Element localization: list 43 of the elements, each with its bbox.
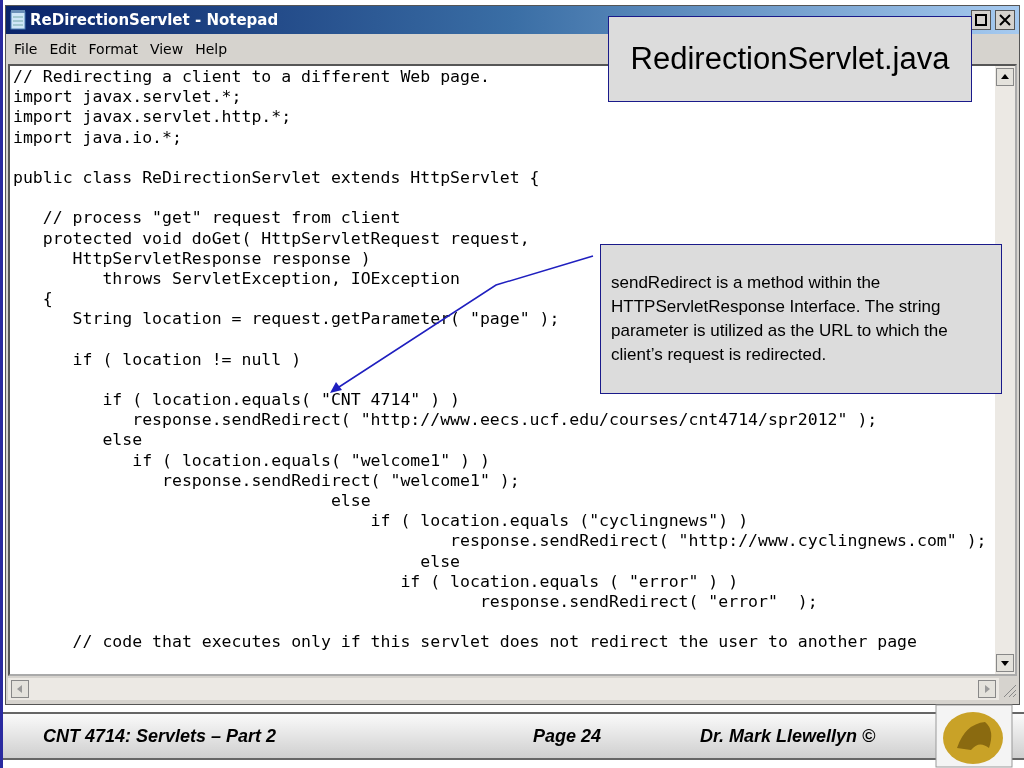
code-line: protected void doGet( HttpServletRequest request,: [41, 228, 530, 249]
code-line: else: [419, 551, 461, 572]
code-line: import javax.servlet.*;: [13, 87, 242, 108]
code-line: // process "get" request from client: [41, 208, 401, 229]
menu-item[interactable]: View: [149, 41, 184, 57]
scroll-down-icon[interactable]: [996, 654, 1014, 672]
horizontal-scrollbar[interactable]: [8, 678, 999, 700]
code-line: // Redirecting a client to a different Web page.: [13, 67, 490, 88]
menu-item[interactable]: Format: [88, 41, 138, 57]
code-line: import java.io.*;: [13, 127, 182, 148]
scroll-right-icon[interactable]: [978, 680, 996, 698]
code-line: public class ReDirectionServlet extends HttpServlet {: [13, 167, 540, 189]
menu-item[interactable]: Help: [195, 41, 228, 57]
code-line: throws ServletException, IOException: [101, 268, 461, 290]
slide-title-box: RedirectionServlet.java: [608, 16, 972, 102]
course-label: CNT 4714: Servlets – Part 2: [43, 725, 278, 747]
code-line: import javax.servlet.http.*;: [13, 107, 292, 128]
notepad-icon: [10, 10, 26, 30]
code-line: if ( location.equals( "CNT 4714" ) ): [101, 390, 461, 411]
window-title: ReDirectionServlet - Notepad: [30, 11, 279, 29]
code-line: if ( location.equals( "welcome1" ) ): [131, 450, 490, 471]
scroll-up-icon[interactable]: [996, 68, 1014, 86]
menu-item[interactable]: Edit: [49, 41, 77, 57]
author-label: Dr. Mark Llewellyn ©: [700, 725, 877, 747]
code-line: response.sendRedirect( "http://www.cyclingnews.com" );: [449, 531, 987, 552]
code-line: HttpServletResponse response ): [71, 248, 371, 269]
maximize-icon[interactable]: [971, 10, 991, 30]
code-line: response.sendRedirect( "error" );: [478, 591, 818, 613]
code-line: if ( location.equals ( "error" ) ): [399, 571, 739, 592]
page-number: Page 24: [533, 725, 603, 747]
vertical-scrollbar[interactable]: [995, 66, 1015, 674]
code-line: if ( location != null ): [71, 349, 302, 370]
code-line: else: [101, 430, 143, 451]
menu-item[interactable]: File: [14, 41, 38, 57]
code-line: // code that executes only if this servlet does not redirect the user to another page: [71, 632, 917, 653]
scroll-left-icon[interactable]: [11, 680, 29, 698]
code-line: if ( location.equals ("cyclingnews") ): [369, 511, 749, 532]
code-line: response.sendRedirect( "welcome1" );: [161, 470, 520, 491]
close-icon[interactable]: [995, 10, 1015, 30]
code-line: response.sendRedirect( "http://www.eecs.ucf.edu/courses/cnt4714/spr2012" );: [131, 410, 878, 431]
code-line: {: [41, 289, 53, 310]
code-line: else: [329, 490, 371, 512]
callout-box: sendRedirect is a method within the HTTPServletResponse Interface. The string parameter is utilized as the URL to which the client’s request is redirected.: [600, 244, 1002, 394]
